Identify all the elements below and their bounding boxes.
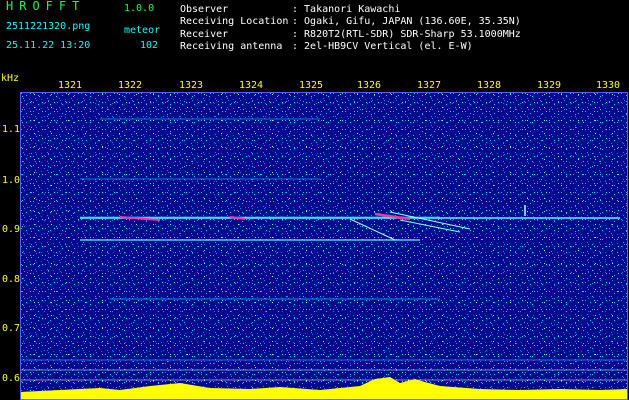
x-tick-label: 1321: [58, 80, 83, 91]
x-tick-label: 1327: [417, 80, 442, 91]
y-tick-label: 0.6: [2, 373, 21, 384]
x-tick-label: 1322: [118, 80, 143, 91]
meta-value-location: : Ogaki, Gifu, JAPAN (136.60E, 35.35N): [292, 16, 521, 27]
x-tick-label: 1323: [179, 80, 204, 91]
x-tick-label: 1324: [239, 80, 264, 91]
header-panel: HROFFT 1.0.0 2511221320.png meteor 25.11…: [0, 0, 629, 58]
x-tick-label: 1326: [357, 80, 382, 91]
capture-datetime: 25.11.22 13:20: [6, 40, 91, 51]
spectrogram: [20, 92, 627, 400]
noise-speckle: [20, 92, 627, 400]
x-tick-label: 1328: [477, 80, 502, 91]
x-tick-label: 1329: [537, 80, 562, 91]
detection-mode: meteor: [124, 25, 161, 36]
meta-key-antenna: Receiving antenna: [180, 41, 283, 52]
image-filename: 2511221320.png: [6, 21, 91, 32]
meteor-count: 102: [140, 40, 159, 51]
meta-key-receiver: Receiver: [180, 29, 229, 40]
y-tick-label: 0.8: [2, 274, 21, 285]
meta-key-location: Receiving Location: [180, 16, 289, 27]
y-tick-label: 1.0: [2, 175, 21, 186]
meta-value-observer: : Takanori Kawachi: [292, 4, 401, 15]
y-tick-label: 0.9: [2, 224, 21, 235]
meta-key-observer: Observer: [180, 4, 229, 15]
y-tick-label: 0.7: [2, 323, 21, 334]
app-version: 1.0.0: [124, 3, 155, 14]
meta-value-antenna: : 2el-HB9CV Vertical (el. E-W): [292, 41, 473, 52]
app-title: HROFFT: [6, 0, 86, 13]
meta-value-receiver: : R820T2(RTL-SDR) SDR-Sharp 53.1000MHz: [292, 29, 521, 40]
y-axis-unit: kHz: [1, 73, 20, 84]
x-tick-label: 1330: [596, 80, 621, 91]
x-tick-label: 1325: [299, 80, 324, 91]
y-tick-label: 1.1: [2, 124, 21, 135]
